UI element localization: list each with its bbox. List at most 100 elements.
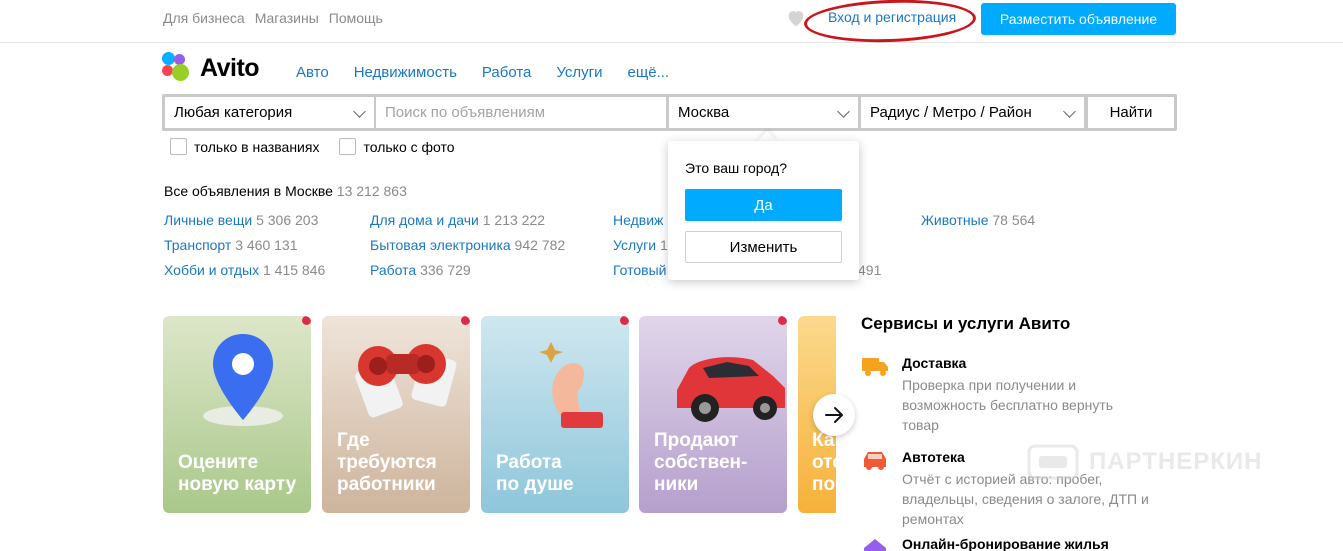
all-ads-label: Все объявления в Москве	[164, 183, 333, 199]
nav-more[interactable]: ещё...	[628, 64, 670, 81]
post-ad-button[interactable]: Разместить объявление	[981, 3, 1176, 35]
binoculars-icon	[355, 344, 457, 418]
map-pin-icon	[203, 334, 283, 426]
only-titles-checkbox[interactable]: только в названиях	[170, 138, 319, 155]
card-title: Работа по душе	[496, 452, 574, 495]
only-photo-checkbox[interactable]: только с фото	[339, 138, 455, 155]
nav-services[interactable]: Услуги	[556, 64, 602, 81]
category-count: 491	[858, 262, 882, 278]
promo-card-jobs[interactable]: Где требуются работники	[322, 316, 470, 513]
category-select-value: Любая категория	[174, 104, 293, 121]
login-register-link[interactable]: Вход и регистрация	[828, 9, 956, 25]
new-badge-dot	[461, 316, 470, 325]
city-confirm-popup: Это ваш город? Да Изменить	[668, 141, 859, 280]
category-link: Работа 336 729	[370, 262, 471, 278]
category-count: 5 306 203	[256, 212, 319, 228]
card-title: Оцените новую карту	[178, 452, 297, 495]
hand-icon	[539, 342, 603, 428]
avito-logo[interactable]: Avito	[162, 52, 260, 84]
watermark-text: ПАРТНЕРКИН	[1089, 448, 1263, 475]
checkbox-box[interactable]	[170, 138, 187, 155]
category-count: 1 415 846	[262, 262, 326, 278]
all-ads-heading: Все объявления в Москве 13 212 863	[164, 183, 407, 199]
checkbox-box[interactable]	[339, 138, 357, 155]
new-badge-dot	[302, 316, 311, 325]
category-select[interactable]: Любая категория	[165, 97, 374, 128]
watermark: ПАРТНЕРКИН	[1027, 444, 1263, 480]
category-name[interactable]: Работа	[370, 262, 416, 278]
category-count: 1 213 222	[482, 212, 546, 228]
services-title: Сервисы и услуги Авито	[861, 314, 1071, 333]
change-city-button[interactable]: Изменить	[685, 231, 842, 263]
category-name[interactable]: Транспорт	[164, 237, 231, 253]
category-name[interactable]: Личные вещи	[164, 212, 252, 228]
category-name[interactable]: Услуги	[613, 237, 656, 253]
category-link: Бытовая электроника 942 782	[370, 237, 565, 253]
search-input-placeholder: Поиск по объявлениям	[385, 104, 546, 121]
favorites-heart-icon[interactable]	[785, 7, 807, 29]
category-name[interactable]: Недвиж	[613, 212, 663, 228]
card-title: Где требуются работники	[337, 430, 437, 495]
city-select-value: Москва	[678, 104, 730, 121]
arrow-right-icon	[825, 407, 843, 423]
category-link: Животные 78 564	[921, 212, 1035, 228]
help-link[interactable]: Помощь	[329, 10, 383, 26]
radius-select[interactable]: Радиус / Метро / Район	[861, 97, 1084, 128]
category-link: Хобби и отдых 1 415 846	[164, 262, 325, 278]
main-nav: Авто Недвижимость Работа Услуги ещё...	[296, 64, 669, 81]
category-name[interactable]: Готовый	[613, 262, 666, 278]
logo-dots-icon	[162, 52, 194, 84]
chevron-down-icon	[353, 105, 366, 118]
city-select[interactable]: Москва	[669, 97, 858, 128]
category-link: Транспорт 3 460 131	[164, 237, 298, 253]
service-name[interactable]: Доставка	[902, 355, 966, 371]
service-name[interactable]: Онлайн-бронирование жилья	[902, 536, 1109, 551]
nav-jobs[interactable]: Работа	[482, 64, 532, 81]
category-name[interactable]: Животные	[921, 212, 989, 228]
top-links: Для бизнеса Магазины Помощь	[163, 10, 383, 26]
business-link[interactable]: Для бизнеса	[163, 10, 245, 26]
search-input[interactable]: Поиск по объявлениям	[376, 97, 666, 128]
house-icon	[864, 539, 886, 551]
truck-icon	[862, 358, 888, 376]
category-count: 336 729	[420, 262, 471, 278]
search-filters: только в названиях только с фото	[170, 138, 455, 155]
promo-card-map[interactable]: Оцените новую карту	[163, 316, 311, 513]
category-link: Услуги 1	[613, 237, 668, 253]
car-icon	[677, 357, 785, 422]
category-count: 3 460 131	[235, 237, 298, 253]
nav-auto[interactable]: Авто	[296, 64, 329, 81]
new-badge-dot	[620, 316, 629, 325]
watermark-logo-icon	[1027, 444, 1079, 480]
top-bar: Для бизнеса Магазины Помощь Вход и регис…	[0, 0, 1343, 45]
car-icon	[864, 452, 886, 470]
category-link: 491	[858, 262, 881, 278]
shops-link[interactable]: Магазины	[255, 10, 319, 26]
category-link: Недвиж	[613, 212, 663, 228]
category-name[interactable]: Бытовая электроника	[370, 237, 511, 253]
category-link: Для дома и дачи 1 213 222	[370, 212, 545, 228]
radius-select-value: Радиус / Метро / Район	[870, 104, 1032, 121]
carousel-next-button[interactable]	[813, 394, 855, 436]
nav-realty[interactable]: Недвижимость	[354, 64, 457, 81]
card-title: Ка отс по	[812, 430, 836, 495]
chevron-down-icon	[837, 105, 850, 118]
all-ads-count: 13 212 863	[336, 183, 407, 199]
promo-card-owners[interactable]: Продают собствен- ники	[639, 316, 787, 513]
service-name[interactable]: Автотека	[902, 449, 965, 465]
only-photo-label: только с фото	[363, 138, 455, 155]
find-button[interactable]: Найти	[1088, 97, 1174, 128]
category-link: Готовый	[613, 262, 666, 278]
confirm-city-button[interactable]: Да	[685, 189, 842, 221]
search-bar: Любая категория Поиск по объявлениям Мос…	[162, 94, 1177, 131]
category-count: 78 564	[992, 212, 1036, 228]
category-name[interactable]: Хобби и отдых	[164, 262, 259, 278]
category-name[interactable]: Для дома и дачи	[370, 212, 479, 228]
card-title: Продают собствен- ники	[654, 430, 748, 495]
new-badge-dot	[778, 316, 787, 325]
service-desc: Проверка при получении и возможность бес…	[902, 377, 1114, 433]
popup-question: Это ваш город?	[685, 160, 787, 176]
promo-card-work[interactable]: Работа по душе	[481, 316, 629, 513]
chevron-down-icon	[1063, 105, 1076, 118]
category-count: 1	[659, 237, 668, 253]
